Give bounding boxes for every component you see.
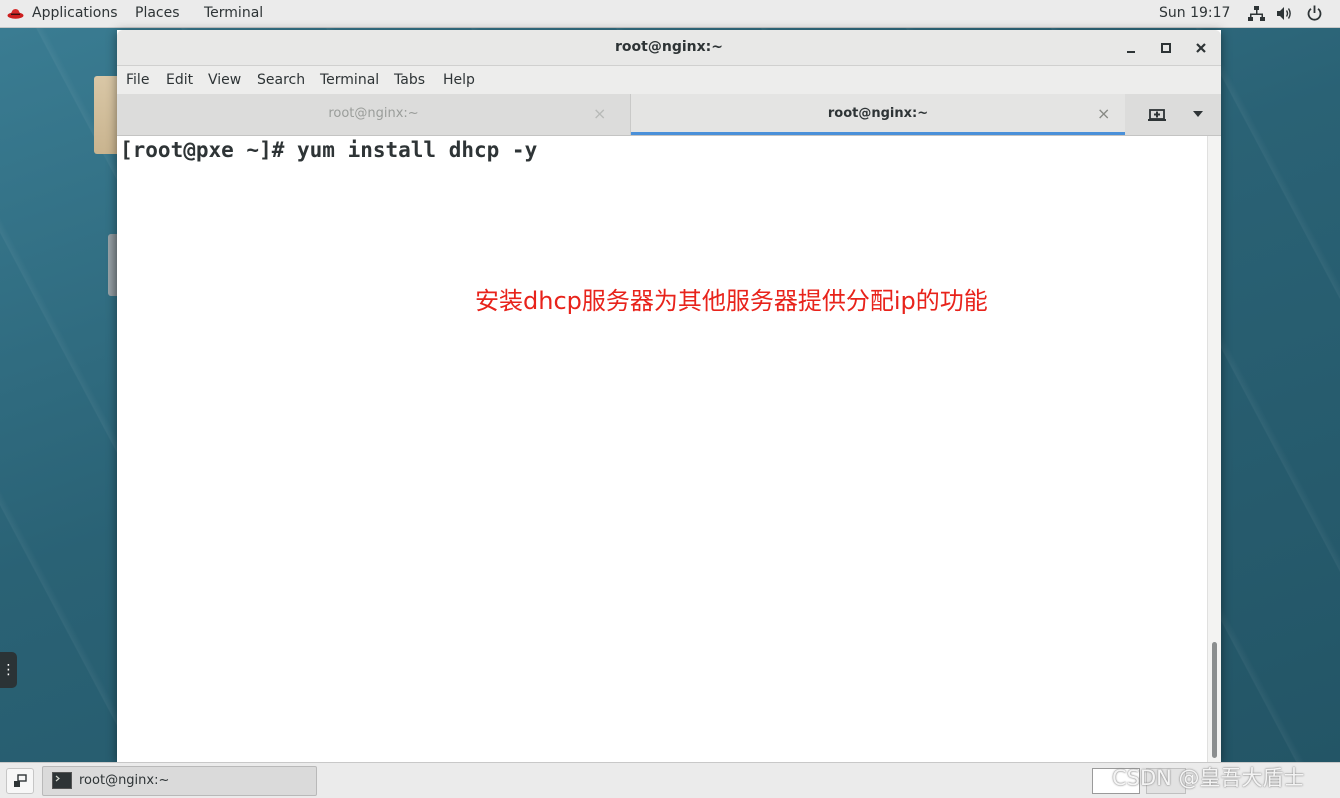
window-title: root@nginx:~ [615, 39, 723, 55]
clock[interactable]: Sun 19:17 [1159, 0, 1230, 27]
csdn-watermark: CSDN @皇吾大盾士 [1112, 766, 1305, 790]
menu-terminal[interactable]: Terminal [320, 66, 379, 94]
power-icon[interactable] [1306, 5, 1323, 22]
new-tab-icon[interactable] [1147, 105, 1167, 125]
show-desktop-button[interactable] [6, 768, 34, 794]
terminal-app-menu[interactable]: Terminal [204, 0, 263, 27]
tab-2-label: root@nginx:~ [827, 106, 929, 121]
menu-tabs[interactable]: Tabs [394, 66, 425, 94]
menu-view[interactable]: View [208, 66, 241, 94]
taskbar: root@nginx:~ CSDN @皇吾大盾士 [0, 762, 1340, 798]
minimize-icon[interactable] [1121, 38, 1141, 58]
show-desktop-icon [14, 774, 27, 787]
side-panel-handle-icon[interactable]: ⋮ [0, 652, 17, 688]
terminal-window: root@nginx:~ File Edit View Search Termi… [117, 30, 1221, 762]
taskbar-terminal-item[interactable]: root@nginx:~ [42, 766, 317, 796]
annotation-text: 安装dhcp服务器为其他服务器提供分配ip的功能 [475, 287, 988, 315]
taskbar-terminal-label: root@nginx:~ [79, 773, 170, 788]
terminal-icon [52, 772, 72, 789]
menu-edit[interactable]: Edit [166, 66, 193, 94]
redhat-hat-icon [7, 9, 24, 19]
tab-2-close-icon[interactable]: × [1097, 94, 1110, 134]
tab-bar: root@nginx:~ × root@nginx:~ × [117, 94, 1221, 136]
menu-help[interactable]: Help [443, 66, 475, 94]
window-titlebar[interactable]: root@nginx:~ [117, 30, 1221, 66]
terminal-output[interactable]: [root@pxe ~]# yum install dhcp -y 安装dhcp… [117, 136, 1207, 762]
menu-bar: File Edit View Search Terminal Tabs Help [117, 66, 1221, 94]
terminal-scrollbar[interactable] [1207, 136, 1221, 762]
terminal-command-line: [root@pxe ~]# yum install dhcp -y [120, 138, 538, 162]
applications-menu[interactable]: Applications [32, 0, 118, 27]
network-icon[interactable] [1248, 5, 1265, 22]
tab-2[interactable]: root@nginx:~ × [631, 94, 1125, 135]
maximize-icon[interactable] [1156, 38, 1176, 58]
tab-1-label: root@nginx:~ [328, 106, 419, 121]
tab-1-close-icon[interactable]: × [593, 94, 606, 134]
close-icon[interactable] [1191, 38, 1211, 58]
menu-file[interactable]: File [126, 66, 149, 94]
top-panel: Applications Places Terminal Sun 19:17 [0, 0, 1340, 28]
scrollbar-thumb[interactable] [1212, 642, 1217, 758]
tab-1[interactable]: root@nginx:~ × [117, 94, 630, 135]
menu-search[interactable]: Search [257, 66, 305, 94]
volume-icon[interactable] [1276, 5, 1293, 22]
chevron-down-icon[interactable] [1192, 109, 1204, 119]
places-menu[interactable]: Places [135, 0, 180, 27]
